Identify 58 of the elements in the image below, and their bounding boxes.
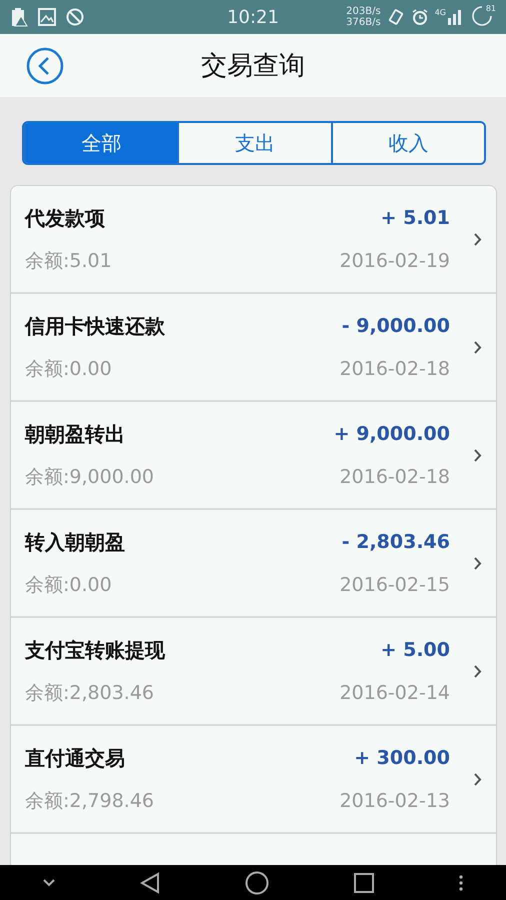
vibrate-icon xyxy=(386,8,405,26)
transaction-amount: - 2,803.46 xyxy=(342,531,450,553)
chevron-right-icon xyxy=(474,664,482,678)
balance-text: 余额:9,000.00 xyxy=(25,464,154,490)
download-speed: 376B/s xyxy=(346,17,381,28)
chevron-right-icon xyxy=(474,340,482,354)
image-icon xyxy=(38,8,56,26)
transaction-row[interactable]: 转入朝朝盈 - 2,803.46 余额:0.00 2016-02-15 xyxy=(11,510,496,618)
transaction-name: 朝朝盈转出 xyxy=(25,420,125,448)
transaction-row[interactable]: 代发款项 + 5.01 余额:5.01 2016-02-19 xyxy=(11,186,496,294)
filter-tab[interactable]: 支出 xyxy=(177,123,331,163)
transaction-amount: + 300.00 xyxy=(354,747,450,769)
home-nav-button[interactable] xyxy=(244,870,269,894)
balance-text: 余额:0.00 xyxy=(25,572,112,598)
clock: 10:21 xyxy=(227,6,279,28)
page-title: 交易查询 xyxy=(201,50,305,83)
back-button[interactable] xyxy=(26,47,64,85)
transaction-amount: - 9,000.00 xyxy=(342,315,450,337)
network-type: 4G xyxy=(434,9,446,17)
transaction-name: 转入朝朝盈 xyxy=(25,528,125,556)
transaction-name: 代发款项 xyxy=(25,204,105,232)
alarm-icon xyxy=(410,8,429,26)
transaction-date: 2016-02-19 xyxy=(340,250,450,272)
balance-text: 余额:0.00 xyxy=(25,356,112,382)
balance-text: 余额:2,803.46 xyxy=(25,680,154,706)
signal-icon xyxy=(448,9,464,25)
blocked-icon xyxy=(66,8,84,26)
transaction-date: 2016-02-14 xyxy=(340,682,450,704)
transaction-amount: + 5.01 xyxy=(380,207,450,229)
battery-warning-icon xyxy=(10,7,28,27)
filter-tab[interactable]: 全部 xyxy=(24,123,178,163)
battery-level: 81 xyxy=(486,4,496,13)
chevron-right-icon xyxy=(474,556,482,570)
filter-tab[interactable]: 收入 xyxy=(330,123,484,163)
upload-speed: 203B/s xyxy=(346,6,381,17)
balance-text: 余额:2,798.46 xyxy=(25,788,154,814)
transaction-date: 2016-02-15 xyxy=(340,574,450,596)
back-nav-button[interactable] xyxy=(140,872,160,894)
transaction-date: 2016-02-13 xyxy=(340,790,450,812)
hide-nav-button[interactable] xyxy=(42,878,55,886)
recents-nav-button[interactable] xyxy=(354,872,374,892)
transaction-amount: + 5.00 xyxy=(380,639,450,661)
transaction-row[interactable]: 支付宝转账提现 + 5.00 余额:2,803.46 2016-02-14 xyxy=(11,618,496,726)
transaction-row[interactable]: 信用卡快速还款 - 9,000.00 余额:0.00 2016-02-18 xyxy=(11,294,496,402)
battery-ring-icon xyxy=(470,4,494,28)
transaction-row[interactable]: 直付通交易 + 300.00 余额:2,798.46 2016-02-13 xyxy=(11,726,496,834)
transaction-name: 信用卡快速还款 xyxy=(25,312,165,340)
more-nav-button[interactable] xyxy=(459,874,464,890)
transaction-row[interactable]: 朝朝盈转出 + 9,000.00 余额:9,000.00 2016-02-18 xyxy=(11,402,496,510)
balance-text: 余额:5.01 xyxy=(25,248,112,274)
transaction-name: 直付通交易 xyxy=(25,744,125,772)
chevron-right-icon xyxy=(474,232,482,246)
chevron-right-icon xyxy=(474,772,482,786)
transaction-name: 支付宝转账提现 xyxy=(25,636,165,664)
transaction-date: 2016-02-18 xyxy=(340,466,450,488)
transaction-date: 2016-02-18 xyxy=(340,358,450,380)
chevron-right-icon xyxy=(474,448,482,462)
transaction-amount: + 9,000.00 xyxy=(334,423,450,445)
